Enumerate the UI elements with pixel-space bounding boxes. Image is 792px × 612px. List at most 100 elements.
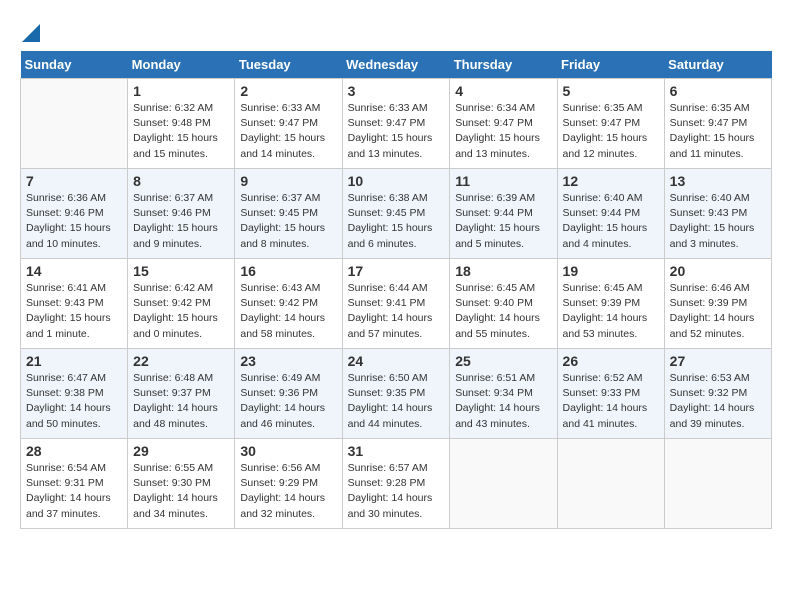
day-info: Sunrise: 6:51 AM Sunset: 9:34 PM Dayligh… — [455, 371, 551, 432]
calendar-day-cell: 21 Sunrise: 6:47 AM Sunset: 9:38 PM Dayli… — [21, 349, 128, 439]
day-number: 1 — [133, 83, 229, 99]
calendar-day-cell: 30 Sunrise: 6:56 AM Sunset: 9:29 PM Dayli… — [235, 439, 342, 529]
day-number: 3 — [348, 83, 445, 99]
day-info: Sunrise: 6:33 AM Sunset: 9:47 PM Dayligh… — [240, 101, 336, 162]
calendar-day-cell: 16Sunrise: 6:43 AM Sunset: 9:42 PM Dayli… — [235, 259, 342, 349]
calendar-day-cell: 31 Sunrise: 6:57 AM Sunset: 9:28 PM Dayli… — [342, 439, 450, 529]
calendar-day-cell: 15Sunrise: 6:42 AM Sunset: 9:42 PM Dayli… — [128, 259, 235, 349]
day-number: 13 — [670, 173, 766, 189]
calendar-day-cell: 18Sunrise: 6:45 AM Sunset: 9:40 PM Dayli… — [450, 259, 557, 349]
logo-icon — [22, 20, 40, 42]
page-header — [20, 20, 772, 41]
day-info: Sunrise: 6:48 AM Sunset: 9:37 PM Dayligh… — [133, 371, 229, 432]
day-info: Sunrise: 6:56 AM Sunset: 9:29 PM Dayligh… — [240, 461, 336, 522]
day-number: 8 — [133, 173, 229, 189]
day-number: 2 — [240, 83, 336, 99]
calendar-day-cell: 8 Sunrise: 6:37 AM Sunset: 9:46 PM Daylig… — [128, 169, 235, 259]
calendar-week-row: 21 Sunrise: 6:47 AM Sunset: 9:38 PM Dayli… — [21, 349, 772, 439]
day-info: Sunrise: 6:45 AM Sunset: 9:39 PM Dayligh… — [563, 281, 659, 342]
day-of-week-header: Monday — [128, 51, 235, 79]
day-info: Sunrise: 6:39 AM Sunset: 9:44 PM Dayligh… — [455, 191, 551, 252]
calendar-day-cell: 27 Sunrise: 6:53 AM Sunset: 9:32 PM Dayli… — [664, 349, 771, 439]
calendar-day-cell — [21, 79, 128, 169]
calendar-table: SundayMondayTuesdayWednesdayThursdayFrid… — [20, 51, 772, 529]
day-info: Sunrise: 6:40 AM Sunset: 9:43 PM Dayligh… — [670, 191, 766, 252]
calendar-week-row: 1 Sunrise: 6:32 AM Sunset: 9:48 PM Daylig… — [21, 79, 772, 169]
day-number: 29 — [133, 443, 229, 459]
day-info: Sunrise: 6:55 AM Sunset: 9:30 PM Dayligh… — [133, 461, 229, 522]
day-number: 28 — [26, 443, 122, 459]
calendar-day-cell: 6 Sunrise: 6:35 AM Sunset: 9:47 PM Daylig… — [664, 79, 771, 169]
calendar-day-cell: 2 Sunrise: 6:33 AM Sunset: 9:47 PM Daylig… — [235, 79, 342, 169]
calendar-day-cell: 26 Sunrise: 6:52 AM Sunset: 9:33 PM Dayli… — [557, 349, 664, 439]
calendar-day-cell: 25 Sunrise: 6:51 AM Sunset: 9:34 PM Dayli… — [450, 349, 557, 439]
calendar-week-row: 14 Sunrise: 6:41 AM Sunset: 9:43 PM Dayli… — [21, 259, 772, 349]
calendar-day-cell: 11 Sunrise: 6:39 AM Sunset: 9:44 PM Dayli… — [450, 169, 557, 259]
day-info: Sunrise: 6:43 AM Sunset: 9:42 PM Dayligh… — [240, 281, 336, 342]
calendar-day-cell: 9Sunrise: 6:37 AM Sunset: 9:45 PM Daylig… — [235, 169, 342, 259]
day-number: 19 — [563, 263, 659, 279]
calendar-day-cell: 4 Sunrise: 6:34 AM Sunset: 9:47 PM Daylig… — [450, 79, 557, 169]
day-number: 14 — [26, 263, 122, 279]
calendar-day-cell: 13 Sunrise: 6:40 AM Sunset: 9:43 PM Dayli… — [664, 169, 771, 259]
day-info: Sunrise: 6:53 AM Sunset: 9:32 PM Dayligh… — [670, 371, 766, 432]
day-number: 25 — [455, 353, 551, 369]
day-info: Sunrise: 6:45 AM Sunset: 9:40 PM Dayligh… — [455, 281, 551, 342]
day-info: Sunrise: 6:57 AM Sunset: 9:28 PM Dayligh… — [348, 461, 445, 522]
day-number: 17 — [348, 263, 445, 279]
calendar-day-cell: 3 Sunrise: 6:33 AM Sunset: 9:47 PM Daylig… — [342, 79, 450, 169]
day-number: 27 — [670, 353, 766, 369]
calendar-day-cell: 10 Sunrise: 6:38 AM Sunset: 9:45 PM Dayli… — [342, 169, 450, 259]
day-info: Sunrise: 6:38 AM Sunset: 9:45 PM Dayligh… — [348, 191, 445, 252]
calendar-day-cell: 1 Sunrise: 6:32 AM Sunset: 9:48 PM Daylig… — [128, 79, 235, 169]
calendar-day-cell — [450, 439, 557, 529]
day-number: 10 — [348, 173, 445, 189]
day-info: Sunrise: 6:35 AM Sunset: 9:47 PM Dayligh… — [670, 101, 766, 162]
day-of-week-header: Tuesday — [235, 51, 342, 79]
day-number: 4 — [455, 83, 551, 99]
day-info: Sunrise: 6:33 AM Sunset: 9:47 PM Dayligh… — [348, 101, 445, 162]
day-number: 6 — [670, 83, 766, 99]
day-info: Sunrise: 6:49 AM Sunset: 9:36 PM Dayligh… — [240, 371, 336, 432]
day-info: Sunrise: 6:40 AM Sunset: 9:44 PM Dayligh… — [563, 191, 659, 252]
calendar-day-cell: 5 Sunrise: 6:35 AM Sunset: 9:47 PM Daylig… — [557, 79, 664, 169]
day-number: 20 — [670, 263, 766, 279]
day-info: Sunrise: 6:36 AM Sunset: 9:46 PM Dayligh… — [26, 191, 122, 252]
day-number: 22 — [133, 353, 229, 369]
calendar-day-cell: 19 Sunrise: 6:45 AM Sunset: 9:39 PM Dayli… — [557, 259, 664, 349]
day-info: Sunrise: 6:44 AM Sunset: 9:41 PM Dayligh… — [348, 281, 445, 342]
day-info: Sunrise: 6:34 AM Sunset: 9:47 PM Dayligh… — [455, 101, 551, 162]
day-info: Sunrise: 6:54 AM Sunset: 9:31 PM Dayligh… — [26, 461, 122, 522]
day-info: Sunrise: 6:37 AM Sunset: 9:45 PM Dayligh… — [240, 191, 336, 252]
calendar-day-cell: 14 Sunrise: 6:41 AM Sunset: 9:43 PM Dayli… — [21, 259, 128, 349]
calendar-day-cell: 28 Sunrise: 6:54 AM Sunset: 9:31 PM Dayli… — [21, 439, 128, 529]
calendar-day-cell: 20 Sunrise: 6:46 AM Sunset: 9:39 PM Dayli… — [664, 259, 771, 349]
calendar-day-cell — [557, 439, 664, 529]
day-of-week-header: Friday — [557, 51, 664, 79]
day-number: 15 — [133, 263, 229, 279]
day-of-week-header: Wednesday — [342, 51, 450, 79]
day-number: 26 — [563, 353, 659, 369]
calendar-day-cell: 7 Sunrise: 6:36 AM Sunset: 9:46 PM Daylig… — [21, 169, 128, 259]
calendar-header-row: SundayMondayTuesdayWednesdayThursdayFrid… — [21, 51, 772, 79]
day-of-week-header: Sunday — [21, 51, 128, 79]
day-info: Sunrise: 6:52 AM Sunset: 9:33 PM Dayligh… — [563, 371, 659, 432]
day-number: 12 — [563, 173, 659, 189]
calendar-day-cell: 22 Sunrise: 6:48 AM Sunset: 9:37 PM Dayli… — [128, 349, 235, 439]
day-info: Sunrise: 6:47 AM Sunset: 9:38 PM Dayligh… — [26, 371, 122, 432]
calendar-day-cell: 24Sunrise: 6:50 AM Sunset: 9:35 PM Dayli… — [342, 349, 450, 439]
day-number: 7 — [26, 173, 122, 189]
day-number: 5 — [563, 83, 659, 99]
day-number: 30 — [240, 443, 336, 459]
day-info: Sunrise: 6:41 AM Sunset: 9:43 PM Dayligh… — [26, 281, 122, 342]
logo — [20, 20, 40, 41]
day-info: Sunrise: 6:46 AM Sunset: 9:39 PM Dayligh… — [670, 281, 766, 342]
day-info: Sunrise: 6:37 AM Sunset: 9:46 PM Dayligh… — [133, 191, 229, 252]
calendar-day-cell — [664, 439, 771, 529]
day-info: Sunrise: 6:35 AM Sunset: 9:47 PM Dayligh… — [563, 101, 659, 162]
day-info: Sunrise: 6:32 AM Sunset: 9:48 PM Dayligh… — [133, 101, 229, 162]
calendar-week-row: 28 Sunrise: 6:54 AM Sunset: 9:31 PM Dayli… — [21, 439, 772, 529]
day-number: 11 — [455, 173, 551, 189]
day-number: 31 — [348, 443, 445, 459]
day-number: 21 — [26, 353, 122, 369]
